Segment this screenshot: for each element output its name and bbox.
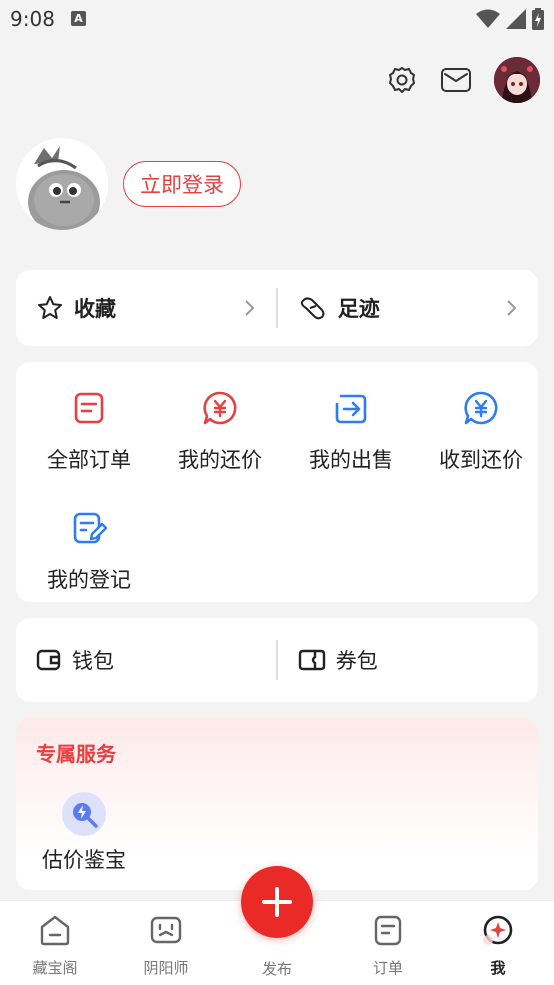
collect-entry[interactable]: 收藏 [16, 270, 276, 346]
tab-me[interactable]: 我 [453, 913, 543, 978]
favorites-card: 收藏 足迹 [16, 270, 538, 346]
chevron-right-icon [507, 300, 517, 316]
yen-bubble-icon [203, 391, 237, 425]
character-avatar-icon [494, 57, 540, 103]
order-item-my-register[interactable]: 我的登记 [24, 510, 154, 594]
collect-label: 收藏 [74, 297, 116, 321]
tab-label: 阴阳师 [143, 959, 189, 977]
wallet-label: 钱包 [72, 649, 114, 673]
order-item-received-bargain[interactable]: 收到还价 [416, 390, 546, 474]
order-icon [374, 915, 402, 946]
orders-card: 全部订单 我的还价 我的出售 收到还价 我的登记 [16, 362, 538, 602]
exclusive-service-card: 专属服务 估价鉴宝 [16, 718, 538, 890]
wallet-card: 钱包 券包 [16, 618, 538, 702]
plus-icon [262, 887, 292, 917]
home-icon [40, 915, 70, 946]
signal-icon [506, 9, 526, 29]
default-avatar-icon [16, 138, 108, 230]
gear-icon [389, 67, 415, 93]
game-icon [150, 916, 182, 944]
order-item-label: 我的出售 [309, 448, 393, 472]
order-item-my-bargain[interactable]: 我的还价 [155, 390, 285, 474]
order-item-label: 收到还价 [439, 448, 523, 472]
status-icons [476, 8, 544, 30]
status-time: 9:08 [10, 7, 55, 31]
sell-arrow-icon [335, 394, 367, 424]
footprint-icon [300, 297, 325, 320]
coupon-icon [298, 649, 325, 671]
wifi-icon [476, 9, 500, 28]
order-item-label: 我的还价 [178, 448, 262, 472]
publish-button[interactable] [241, 866, 313, 938]
wallet-entry[interactable]: 钱包 [16, 618, 276, 702]
footprint-entry[interactable]: 足迹 [278, 270, 538, 346]
tab-label: 订单 [372, 959, 403, 977]
tab-home[interactable]: 藏宝阁 [10, 913, 100, 978]
messages-button[interactable] [440, 64, 472, 96]
top-actions [386, 56, 540, 104]
tab-label: 我 [490, 959, 506, 977]
tab-onmyoji[interactable]: 阴阳师 [121, 913, 211, 978]
settings-button[interactable] [386, 64, 418, 96]
me-icon [483, 915, 513, 945]
status-bar: 9:08 A [0, 0, 554, 38]
service-item-label: 估价鉴宝 [42, 848, 126, 872]
coupon-label: 券包 [335, 649, 378, 673]
user-avatar-button[interactable] [494, 57, 540, 103]
tab-orders[interactable]: 订单 [343, 913, 433, 978]
footprint-label: 足迹 [337, 297, 380, 321]
profile-section: 立即登录 [16, 138, 241, 230]
tab-label: 藏宝阁 [32, 959, 78, 977]
chevron-right-icon [245, 300, 255, 316]
service-item-appraise[interactable]: 估价鉴宝 [38, 792, 130, 874]
yen-bubble-blue-icon [464, 391, 498, 425]
star-icon [38, 296, 62, 319]
order-item-all[interactable]: 全部订单 [24, 390, 154, 474]
service-title: 专属服务 [36, 742, 116, 766]
appraise-icon [62, 792, 106, 836]
battery-icon [532, 8, 544, 30]
mail-icon [441, 68, 471, 92]
profile-avatar[interactable] [16, 138, 108, 230]
order-item-label: 我的登记 [47, 568, 131, 592]
order-item-label: 全部订单 [47, 448, 131, 472]
notification-a-icon: A [71, 11, 86, 26]
order-item-my-sale[interactable]: 我的出售 [286, 390, 416, 474]
wallet-icon [36, 649, 61, 671]
login-button[interactable]: 立即登录 [123, 161, 241, 207]
coupon-entry[interactable]: 券包 [278, 618, 538, 702]
order-list-icon [74, 392, 104, 424]
register-edit-icon [73, 512, 108, 544]
publish-label: 发布 [261, 960, 292, 978]
